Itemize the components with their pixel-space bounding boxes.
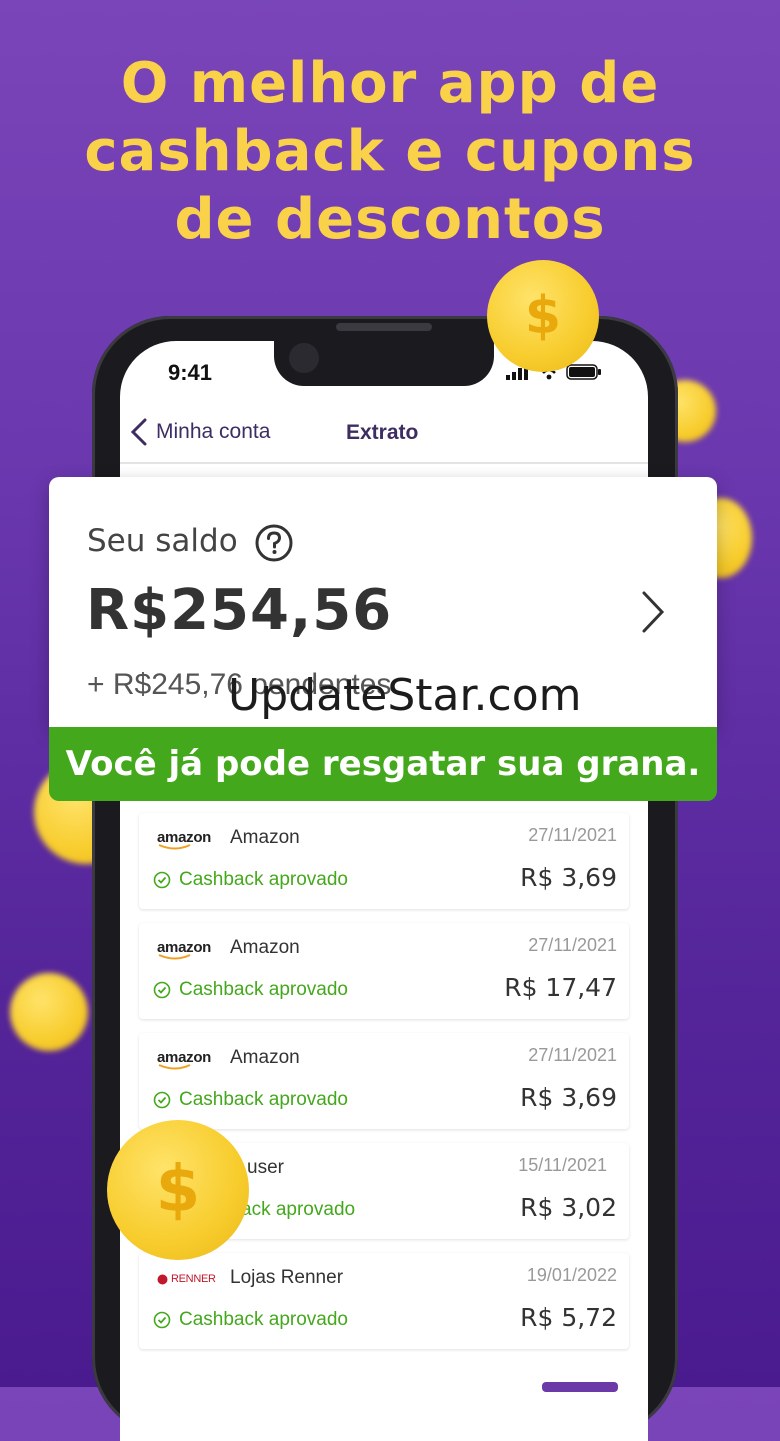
transaction-date: 27/11/2021 [528,825,617,845]
check-circle-icon [153,871,171,889]
page-title: Extrato [346,421,419,444]
renner-logo: RENNER [157,1273,216,1285]
redeem-banner-text: Você já pode resgatar sua grana. [65,744,701,784]
transaction-date: 19/01/2022 [526,1265,617,1285]
transaction-card[interactable]: RENNER Lojas Renner 19/01/2022 Cashback … [139,1253,629,1349]
transaction-card[interactable]: amazon Amazon 27/11/2021 Cashback aprova… [139,1033,629,1129]
chevron-left-icon [130,418,147,446]
transaction-date: 27/11/2021 [528,935,617,955]
watermark: UpdateStar.com [228,670,582,721]
cashback-amount: R$ 3,02 [520,1193,617,1222]
check-circle-icon [153,1091,171,1109]
store-name: Lojas Renner [230,1267,344,1288]
renner-mark-icon [157,1274,168,1284]
status-approved: ack aprovado [241,1199,356,1220]
back-label: Minha conta [156,420,271,443]
balance-label: Seu saldo [87,523,238,559]
status-approved: Cashback aprovado [153,1089,348,1111]
coin-icon: $ [487,260,599,372]
nav-divider [120,462,648,464]
battery-icon [566,364,601,380]
amazon-logo: amazon [157,829,211,850]
cashback-amount: R$ 3,69 [520,863,617,892]
transaction-card[interactable]: amazon Amazon 27/11/2021 Cashback aprova… [139,813,629,909]
phone-speaker [336,323,432,331]
amazon-logo: amazon [157,939,211,960]
transaction-card[interactable]: amazon Amazon 27/11/2021 Cashback aprova… [139,923,629,1019]
store-name: Amazon [230,1047,300,1068]
cashback-amount: R$ 3,69 [520,1083,617,1112]
back-button[interactable]: Minha conta [130,418,270,446]
status-approved: Cashback aprovado [153,979,348,1001]
redeem-banner[interactable]: Você já pode resgatar sua grana. [49,727,717,801]
transaction-date: 15/11/2021 [518,1155,607,1175]
status-approved: Cashback aprovado [153,1309,348,1331]
check-circle-icon [153,1311,171,1329]
bottom-action-button[interactable] [542,1382,618,1392]
cashback-amount: R$ 17,47 [504,973,617,1002]
chevron-right-icon[interactable] [640,590,666,634]
help-icon[interactable] [254,523,294,563]
coin-icon [10,973,88,1051]
amazon-logo: amazon [157,1049,211,1070]
status-time: 9:41 [168,360,213,385]
headline-line-1: O melhor app de [120,51,660,116]
balance-value: R$254,56 [86,578,393,643]
store-name: Amazon [230,937,300,958]
status-approved: Cashback aprovado [153,869,348,891]
front-camera [289,343,319,373]
transaction-date: 27/11/2021 [528,1045,617,1065]
cashback-amount: R$ 5,72 [520,1303,617,1332]
headline-line-3: de descontos [174,187,606,252]
store-name: Amazon [230,827,300,848]
check-circle-icon [153,981,171,999]
coin-icon: $ [107,1120,249,1260]
promo-headline: O melhor app de cashback e cupons de des… [0,50,780,254]
headline-line-2: cashback e cupons [84,119,696,184]
store-name: user [247,1157,284,1178]
